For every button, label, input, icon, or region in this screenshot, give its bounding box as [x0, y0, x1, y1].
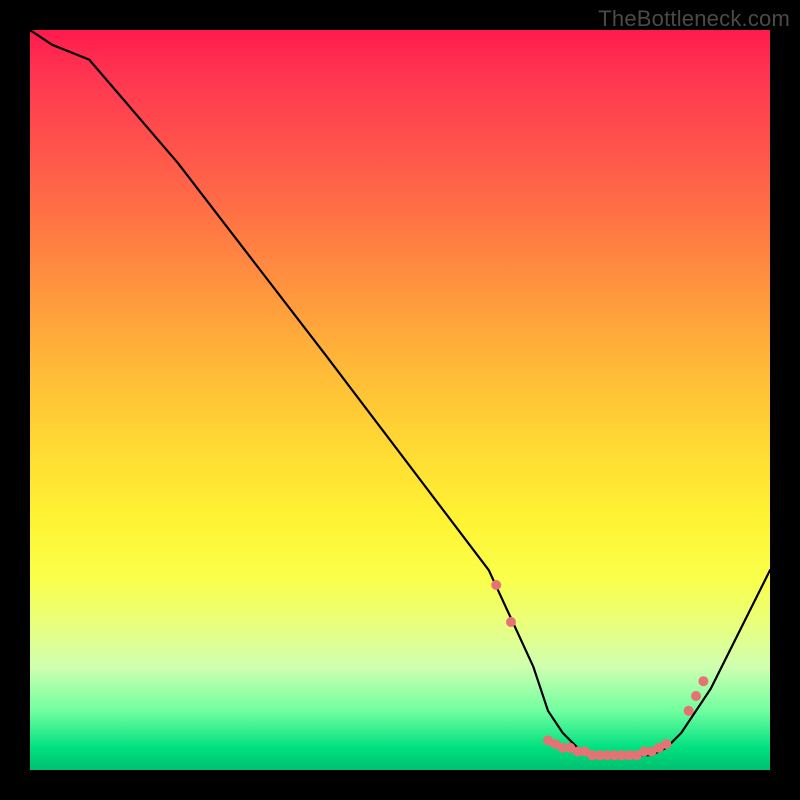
marker-dot	[565, 743, 575, 753]
marker-dot	[639, 747, 649, 757]
plot-area	[30, 30, 770, 770]
marker-dot	[550, 739, 560, 749]
marker-dot	[587, 750, 597, 760]
marker-dot	[558, 743, 568, 753]
marker-dot	[691, 691, 701, 701]
marker-dot	[654, 743, 664, 753]
marker-dot	[684, 706, 694, 716]
chart-frame: TheBottleneck.com	[0, 0, 800, 800]
marker-dot	[602, 750, 612, 760]
marker-dot	[661, 739, 671, 749]
marker-dot	[595, 750, 605, 760]
marker-dot	[491, 580, 501, 590]
marker-dot	[543, 735, 553, 745]
marker-dot	[573, 747, 583, 757]
marker-dot	[617, 750, 627, 760]
marker-dot	[506, 617, 516, 627]
bottleneck-curve	[30, 30, 770, 770]
marker-dot	[647, 747, 657, 757]
watermark-text: TheBottleneck.com	[598, 6, 790, 32]
marker-dot	[580, 747, 590, 757]
marker-dot	[610, 750, 620, 760]
marker-dot	[632, 750, 642, 760]
marker-dot	[624, 750, 634, 760]
marker-dot	[698, 676, 708, 686]
